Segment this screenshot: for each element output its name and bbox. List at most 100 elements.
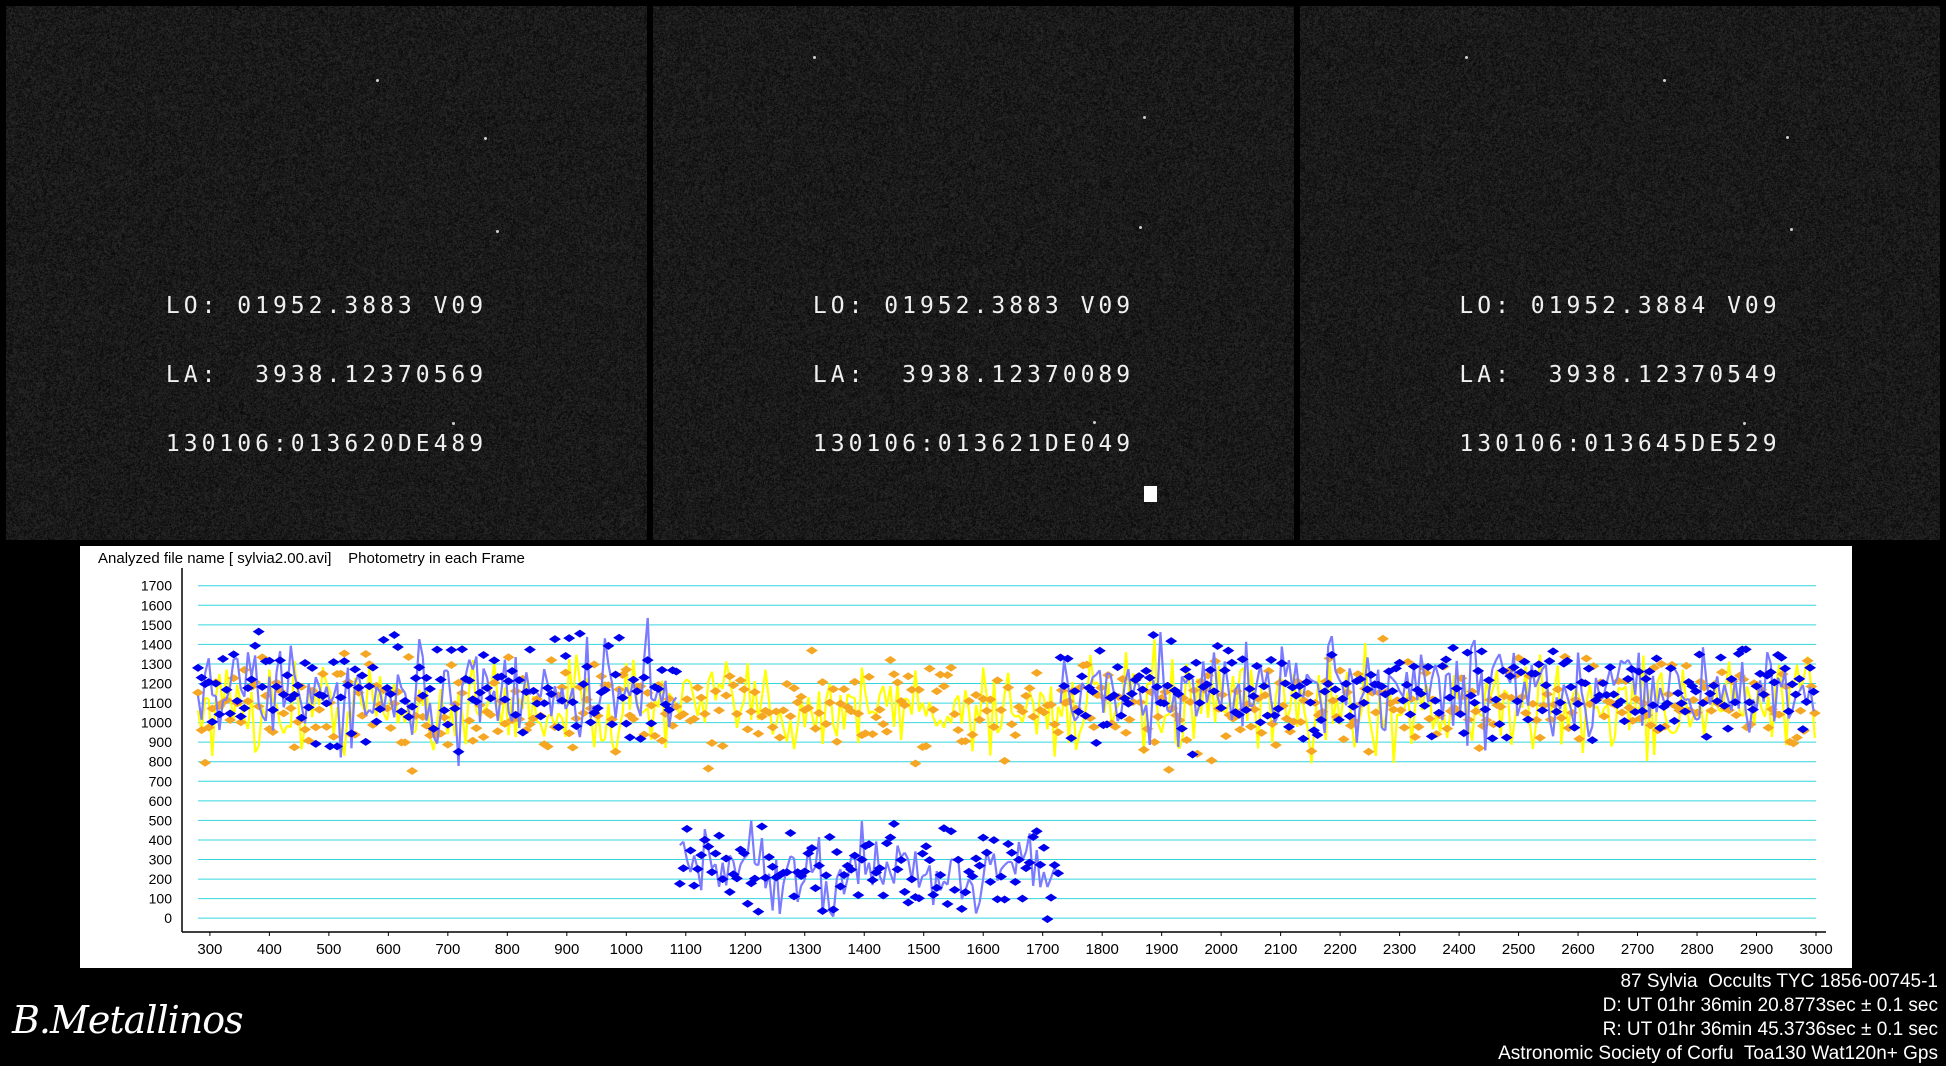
series-blue-line bbox=[1107, 673, 1111, 674]
series-blue-line bbox=[1492, 660, 1496, 669]
x-tick-label: 1900 bbox=[1145, 941, 1178, 958]
x-tick-label: 700 bbox=[435, 941, 460, 958]
series-blue-point bbox=[1447, 644, 1459, 652]
series-blue-point bbox=[1486, 734, 1498, 742]
x-tick-label: 1000 bbox=[610, 941, 643, 958]
photometry-chart: 0100200300400500600700800900100011001200… bbox=[80, 546, 1852, 968]
y-tick-label: 1000 bbox=[141, 715, 172, 731]
series-blue-point bbox=[988, 836, 1000, 844]
series-blue-point bbox=[1547, 647, 1559, 655]
series-blue-point bbox=[892, 865, 904, 873]
series-blue-line bbox=[787, 856, 791, 868]
photometry-chart-panel: Analyzed file name [ sylvia2.00.avi] Pho… bbox=[80, 546, 1852, 968]
series-blue-point bbox=[852, 891, 864, 899]
series-blue-point bbox=[1276, 659, 1288, 667]
series-orange-line bbox=[1030, 692, 1034, 703]
series-orange-point bbox=[806, 646, 818, 654]
series-blue-point bbox=[349, 665, 361, 673]
series-orange-point bbox=[838, 685, 850, 693]
x-tick-label: 1300 bbox=[788, 941, 821, 958]
y-tick-label: 600 bbox=[149, 793, 173, 809]
series-orange-line bbox=[1747, 686, 1751, 699]
series-blue-point bbox=[1265, 656, 1277, 664]
series-blue-line bbox=[1037, 850, 1041, 887]
series-orange-point bbox=[385, 724, 397, 732]
y-tick-label: 1600 bbox=[141, 597, 172, 613]
series-blue-point bbox=[920, 842, 932, 850]
series-orange-point bbox=[717, 742, 729, 750]
series-blue-line bbox=[976, 902, 980, 913]
series-blue-point bbox=[1045, 894, 1057, 902]
series-orange-point bbox=[999, 757, 1011, 765]
series-orange-point bbox=[1163, 766, 1175, 774]
gps-overlay: LO: 01952.3883 V09 LA: 3938.12370089 130… bbox=[653, 249, 1294, 502]
series-blue-line bbox=[1157, 632, 1161, 705]
series-blue-line bbox=[780, 884, 784, 914]
series-orange-point bbox=[892, 678, 904, 686]
caption-title: 87 Sylvia Occults TYC 1856-00745-1 bbox=[1498, 970, 1938, 994]
series-blue-point bbox=[942, 900, 954, 908]
series-orange-point bbox=[467, 737, 479, 745]
series-blue-point bbox=[388, 631, 400, 639]
series-blue-point bbox=[927, 891, 939, 899]
series-orange-point bbox=[774, 734, 786, 742]
x-tick-label: 1100 bbox=[670, 941, 702, 958]
series-blue-line bbox=[801, 880, 805, 885]
series-blue-point bbox=[606, 720, 618, 728]
series-blue-line bbox=[1160, 632, 1164, 688]
series-blue-point bbox=[742, 900, 754, 908]
series-orange-point bbox=[1220, 732, 1232, 740]
series-orange-line bbox=[865, 693, 869, 713]
x-tick-label: 1500 bbox=[907, 941, 940, 958]
series-orange-point bbox=[478, 733, 490, 741]
cursor-block bbox=[1144, 486, 1157, 502]
series-blue-point bbox=[1016, 895, 1028, 903]
star bbox=[484, 137, 487, 140]
series-orange-point bbox=[1088, 723, 1100, 731]
series-blue-point bbox=[981, 849, 993, 857]
series-blue-line bbox=[1005, 862, 1009, 865]
series-orange-point bbox=[692, 684, 704, 692]
series-orange-point bbox=[1473, 744, 1485, 752]
series-blue-point bbox=[1800, 698, 1812, 706]
series-blue-line bbox=[1582, 692, 1586, 708]
series-blue-line bbox=[923, 875, 927, 876]
series-blue-point bbox=[1715, 654, 1727, 662]
series-blue-point bbox=[549, 635, 561, 643]
x-tick-label: 1400 bbox=[848, 941, 881, 958]
series-orange-point bbox=[710, 687, 722, 695]
series-blue-point bbox=[724, 888, 736, 896]
series-orange-point bbox=[702, 764, 714, 772]
series-blue-line bbox=[1396, 683, 1400, 691]
series-orange-point bbox=[1809, 709, 1821, 717]
series-blue-line bbox=[905, 853, 909, 860]
series-orange-point bbox=[445, 661, 457, 669]
series-blue-point bbox=[613, 634, 625, 642]
series-blue-point bbox=[756, 822, 768, 830]
x-tick-label: 2700 bbox=[1621, 941, 1654, 958]
series-blue-line bbox=[1314, 681, 1318, 683]
series-blue-line bbox=[751, 821, 755, 864]
video-frame-2: LO: 01952.3883 V09 LA: 3938.12370089 130… bbox=[653, 6, 1294, 540]
series-blue-point bbox=[281, 671, 293, 679]
series-orange-line bbox=[544, 716, 548, 736]
gps-overlay: LO: 01952.3883 V09 LA: 3938.12370569 130… bbox=[6, 249, 647, 502]
series-orange-point bbox=[981, 707, 993, 715]
series-blue-line bbox=[812, 867, 816, 873]
y-tick-label: 1200 bbox=[141, 676, 172, 692]
y-tick-label: 1400 bbox=[141, 636, 172, 652]
series-blue-point bbox=[1469, 699, 1481, 707]
series-orange-point bbox=[1024, 684, 1036, 692]
series-orange-point bbox=[1363, 748, 1375, 756]
series-blue-line bbox=[883, 862, 887, 885]
series-blue-point bbox=[924, 856, 936, 864]
series-blue-point bbox=[956, 905, 968, 913]
series-orange-point bbox=[713, 706, 725, 714]
series-blue-line bbox=[1696, 718, 1700, 719]
x-tick-label: 900 bbox=[554, 941, 579, 958]
series-blue-point bbox=[1041, 915, 1053, 923]
series-orange-point bbox=[931, 687, 943, 695]
series-orange-point bbox=[1138, 746, 1150, 754]
series-blue-line bbox=[969, 879, 973, 885]
series-orange-line bbox=[755, 681, 759, 720]
